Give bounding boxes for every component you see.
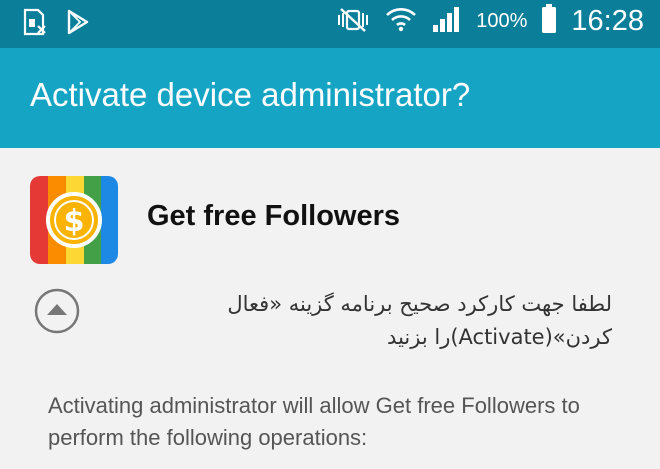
status-bar: 100% 16:28 [0,0,660,48]
battery-percent: 100% [476,9,528,32]
battery-icon [541,4,557,38]
status-left-icons [22,8,90,40]
dialog-title: Activate device administrator? [30,76,471,113]
status-right-icons: 100% 16:28 [336,4,644,38]
vibrate-mute-icon [336,5,370,37]
app-icon: $ [30,176,118,264]
collapse-button[interactable] [34,288,80,334]
sim-alert-icon [22,8,48,40]
wifi-icon [384,4,418,38]
chevron-up-icon [34,288,80,334]
clock: 16:28 [571,4,644,37]
signal-icon [432,5,462,37]
app-description: لطفا جهت کارکرد صحیح برنامه گزینه «فعال … [227,292,612,349]
svg-text:$: $ [64,204,85,239]
app-name: Get free Followers [147,200,401,232]
admin-info-text: Activating administrator will allow Get … [48,393,580,450]
play-store-icon [66,9,90,39]
dialog-title-bar: Activate device administrator? [0,48,660,148]
